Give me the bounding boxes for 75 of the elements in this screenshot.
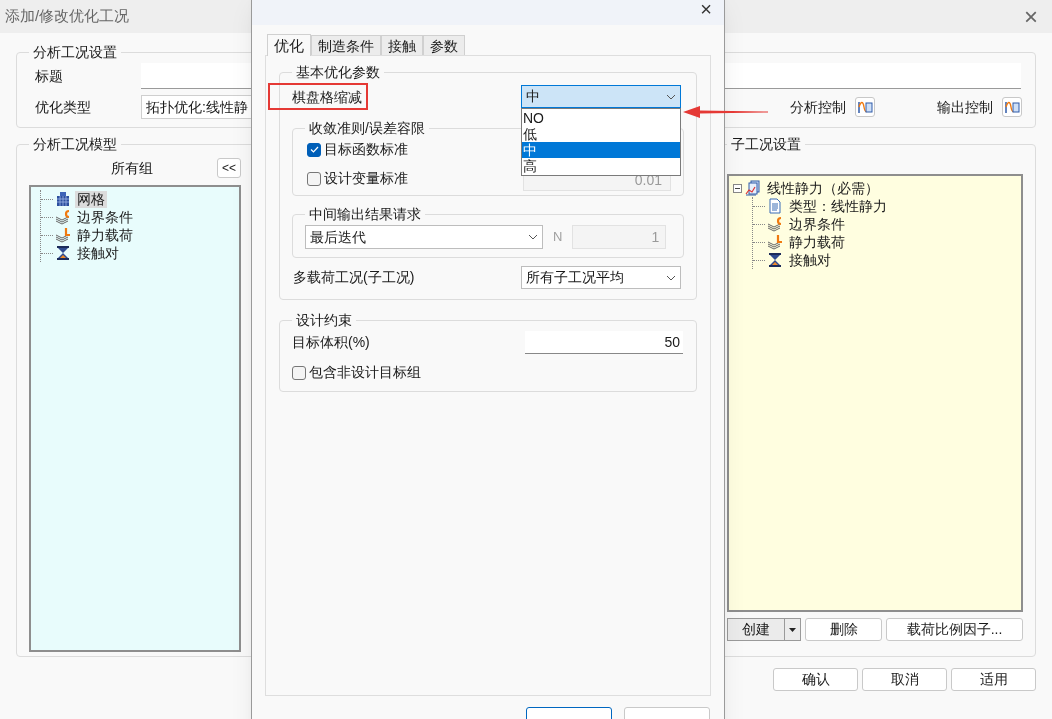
layers-icon	[55, 227, 71, 243]
checkbox[interactable]	[292, 365, 306, 380]
dialog-button[interactable]: 载荷比例因子...	[886, 618, 1023, 641]
hourglass-icon	[767, 252, 783, 268]
dropdown-value: 最后迭代	[310, 227, 366, 247]
tree-item[interactable]: 接触对	[787, 251, 833, 269]
wave-document-icon	[857, 100, 873, 114]
checkbox-label: 目标函数标准	[324, 140, 408, 159]
layers-icon	[767, 234, 783, 250]
control-label: 分析控制	[790, 97, 846, 117]
tab[interactable]: 接触	[381, 35, 423, 55]
split-button[interactable]: 创建	[727, 618, 801, 641]
tree-item[interactable]: 静力载荷	[787, 233, 847, 251]
layers-icon	[767, 216, 783, 232]
dropdown-option[interactable]: NO	[522, 110, 680, 126]
checkbox[interactable]	[307, 142, 321, 157]
document-icon	[767, 198, 783, 214]
collapse-toggle[interactable]	[733, 183, 742, 193]
dropdown-value: 所有子工况平均	[526, 268, 624, 287]
close-button[interactable]: ×	[700, 2, 712, 16]
field-label: 标题	[35, 66, 64, 86]
tree-item[interactable]: 网格	[75, 190, 107, 208]
dialog-button[interactable]: 适用	[951, 668, 1036, 691]
dropdown-option[interactable]: 低	[522, 126, 680, 142]
chart-pages-icon	[745, 180, 761, 196]
settings-icon-button[interactable]	[855, 97, 875, 117]
tree-item[interactable]: 边界条件	[75, 208, 135, 226]
window-title: 添加/修改优化工况	[5, 6, 130, 27]
setting-label: 多载荷工况(子工况)	[293, 268, 415, 287]
dropdown-option[interactable]: 中	[522, 142, 680, 158]
tree-item[interactable]: 线性静力（必需）	[765, 179, 881, 197]
volume-field[interactable]: 50	[525, 331, 683, 354]
caret-down-icon	[789, 627, 796, 632]
chevron-down-icon	[528, 234, 538, 240]
tree-item[interactable]: 静力载荷	[75, 226, 135, 244]
group-title: 收敛准则/误差容限	[308, 119, 426, 138]
group-title: 基本优化参数	[295, 63, 381, 82]
dropdown-select[interactable]: 所有子工况平均	[521, 266, 681, 289]
create-button[interactable]: 创建	[728, 619, 784, 640]
checkbox-label: 包含非设计目标组	[309, 363, 421, 382]
dialog-button[interactable]: 取消	[862, 668, 947, 691]
checkbox-label: 设计变量标准	[324, 169, 408, 188]
hourglass-icon	[55, 245, 71, 261]
chevron-down-icon	[666, 93, 676, 100]
close-button[interactable]: ×	[1024, 6, 1038, 27]
chevron-down-icon	[666, 274, 676, 281]
field-label: N	[553, 228, 563, 247]
group-title: 子工况设置	[730, 135, 802, 154]
layers-icon	[55, 209, 71, 225]
list-header: 所有组	[110, 158, 154, 178]
control-label: 输出控制	[937, 97, 993, 117]
checkbox[interactable]	[307, 171, 321, 186]
check-icon	[309, 146, 319, 153]
setting-label: 目标体积(%)	[292, 333, 370, 352]
grid-block-icon	[55, 191, 71, 207]
dialog-button[interactable]: 确认	[773, 668, 858, 691]
group-title: 分析工况模型	[32, 135, 118, 154]
field-label: 优化类型	[35, 97, 92, 117]
setting-label: 棋盘格缩减	[268, 83, 368, 110]
group-title: 分析工况设置	[32, 43, 118, 62]
dropdown-select[interactable]: 中	[521, 85, 681, 108]
tab[interactable]: 优化	[267, 34, 311, 56]
tree-item[interactable]: 接触对	[75, 244, 121, 262]
settings-icon-button[interactable]	[1002, 97, 1022, 117]
wave-document-icon	[1004, 100, 1020, 114]
dropdown-select[interactable]: 最后迭代	[305, 225, 543, 249]
group-title: 设计约束	[295, 311, 353, 330]
tab[interactable]: 参数	[423, 35, 465, 55]
dropdown-value: 中	[526, 87, 540, 106]
dialog-button[interactable]: 删除	[805, 618, 882, 641]
tab[interactable]: 制造条件	[311, 35, 381, 55]
tree-item[interactable]: 边界条件	[787, 215, 847, 233]
move-button[interactable]: <<	[217, 158, 241, 178]
tree-item[interactable]: 类型：线性静力	[787, 197, 889, 215]
group-title: 中间输出结果请求	[308, 205, 422, 224]
